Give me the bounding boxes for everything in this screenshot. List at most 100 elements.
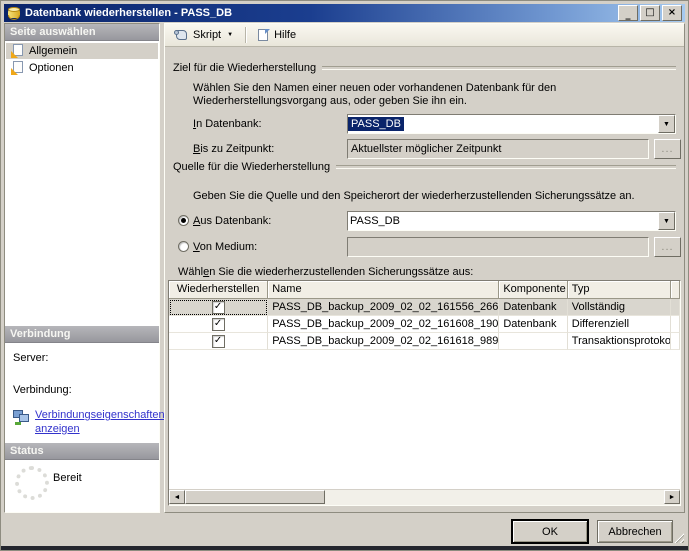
backup-name-cell: PASS_DB_backup_2009_02_02_161618_9891615 [268,333,499,350]
group-rule [336,165,676,169]
help-icon [258,29,270,42]
from-database-value: PASS_DB [348,214,658,228]
restore-database-dialog: Datenbank wiederherstellen - PASS_DB _ □… [0,0,689,551]
check-icon: ✓ [214,319,222,329]
ok-button[interactable]: OK [512,520,588,543]
column-header-name[interactable]: Name [268,281,499,299]
column-header-spacer [671,281,680,299]
scroll-right-button[interactable]: ► [664,490,680,504]
resize-grip[interactable] [672,531,684,543]
from-device-radio[interactable] [178,241,189,252]
page-icon [11,44,24,58]
source-description: Geben Sie die Quelle und den Speicherort… [193,190,675,203]
from-database-label: Aus Datenbank: [193,215,271,227]
to-database-combobox[interactable]: PASS_DB ▼ [347,114,676,134]
connection-label: Verbindung: [13,384,72,396]
sidebar-item-label: Optionen [29,62,74,74]
scrollbar-track[interactable] [325,490,664,505]
target-group-title: Ziel für die Wiederherstellung [173,62,676,74]
horizontal-scrollbar[interactable]: ◄ ► [169,489,680,505]
component-cell: Datenbank [499,316,567,333]
status-text: Bereit [53,472,82,484]
sidebar: Seite auswählen Allgemein Optionen Verbi… [4,23,160,513]
from-device-label: Von Medium: [193,241,257,253]
type-cell: Vollständig [568,299,671,316]
ellipsis-icon: ... [661,241,673,253]
backup-sets-table: Wiederherstellen Name Komponente Typ ✓ P… [168,280,681,506]
sidebar-item-label: Allgemein [29,45,77,57]
arrow-right-icon: ► [669,494,676,501]
check-icon: ✓ [214,302,222,312]
scrollbar-thumb[interactable] [185,490,325,504]
backup-set-checkbox[interactable]: ✓ [212,318,225,331]
column-header-wiederherstellen[interactable]: Wiederherstellen [169,281,268,299]
target-description: Wählen Sie den Namen einer neuen oder vo… [193,82,675,108]
component-cell: Datenbank [499,299,567,316]
minimize-button[interactable]: _ [618,5,638,21]
toolbar-separator [245,27,246,43]
cancel-button[interactable]: Abbrechen [597,520,673,543]
table-row[interactable]: ✓ PASS_DB_backup_2009_02_02_161618_98916… [169,333,680,350]
backup-set-checkbox[interactable]: ✓ [212,335,225,348]
script-icon [175,29,189,41]
from-device-field[interactable] [347,237,649,257]
progress-spinner-icon [15,466,49,500]
maximize-button[interactable]: □ [640,5,660,21]
view-connection-properties-link[interactable]: Verbindungseigenschaften anzeigen [35,408,165,436]
close-button[interactable]: × [662,5,682,21]
column-header-komponente[interactable]: Komponente [499,281,567,299]
table-row[interactable]: ✓ PASS_DB_backup_2009_02_02_161556_26692… [169,299,680,316]
pages-section-header: Seite auswählen [5,24,159,41]
toolbar: Skript ▼ Hilfe [165,24,684,47]
window-bottom-border [1,546,688,550]
type-cell: Differenziell [568,316,671,333]
script-button[interactable]: Skript ▼ [171,25,237,45]
status-section-header: Status [5,443,159,460]
sidebar-item-allgemein[interactable]: Allgemein [6,43,158,59]
ok-button-label: OK [542,526,558,538]
from-device-browse-button[interactable]: ... [654,237,681,257]
component-cell [499,333,567,350]
combo-dropdown-button[interactable]: ▼ [658,212,675,230]
backup-name-cell: PASS_DB_backup_2009_02_02_161556_2669219 [268,299,499,316]
database-icon [8,7,20,20]
type-cell: Transaktionsprotokoll [568,333,671,350]
page-icon [11,61,24,75]
from-database-combobox[interactable]: PASS_DB ▼ [347,211,676,231]
table-header-row: Wiederherstellen Name Komponente Typ [169,281,680,299]
server-label: Server: [13,352,48,364]
table-row[interactable]: ✓ PASS_DB_backup_2009_02_02_161608_19062… [169,316,680,333]
window-title: Datenbank wiederherstellen - PASS_DB [25,7,618,19]
to-time-field[interactable]: Aktuellster möglicher Zeitpunkt [347,139,649,159]
connection-section-header: Verbindung [5,326,159,343]
arrow-left-icon: ◄ [174,494,181,501]
chevron-down-icon: ▼ [663,121,670,128]
close-icon: × [668,8,676,18]
backup-sets-label: Wählen Sie die wiederherzustellenden Sic… [178,266,473,278]
cancel-button-label: Abbrechen [608,526,661,538]
chevron-down-icon: ▼ [663,218,670,225]
to-time-label: Bis zu Zeitpunkt: [193,143,274,155]
chevron-down-icon: ▼ [227,32,233,38]
titlebar[interactable]: Datenbank wiederherstellen - PASS_DB _ □… [4,4,685,22]
minimize-icon: _ [626,10,631,20]
target-group-title-text: Ziel für die Wiederherstellung [173,62,322,74]
backup-name-cell: PASS_DB_backup_2009_02_02_161608_1906281 [268,316,499,333]
scroll-left-button[interactable]: ◄ [169,490,185,504]
source-group-title: Quelle für die Wiederherstellung [173,161,676,173]
backup-set-checkbox[interactable]: ✓ [212,301,225,314]
sidebar-item-optionen[interactable]: Optionen [6,60,158,76]
to-time-value: Aktuellster möglicher Zeitpunkt [351,143,501,155]
from-database-radio[interactable] [178,215,189,226]
help-button[interactable]: Hilfe [254,25,300,45]
main-panel: Skript ▼ Hilfe Ziel für die Wiederherste… [164,23,685,513]
ellipsis-icon: ... [661,143,673,155]
combo-dropdown-button[interactable]: ▼ [658,115,675,133]
script-button-label: Skript [193,29,221,41]
maximize-icon: □ [645,8,654,18]
to-time-browse-button[interactable]: ... [654,139,681,159]
group-rule [322,66,676,70]
help-button-label: Hilfe [274,29,296,41]
check-icon: ✓ [214,336,222,346]
column-header-typ[interactable]: Typ [568,281,671,299]
